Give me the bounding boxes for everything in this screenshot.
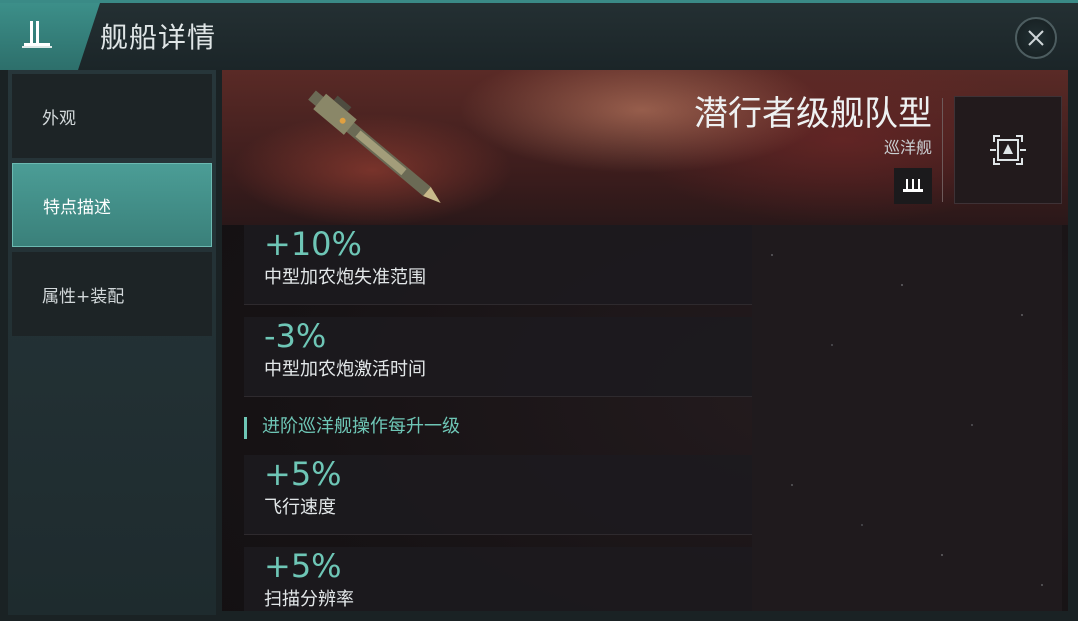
bonus-value: +10% xyxy=(264,225,362,263)
bonus-label: 中型加农炮激活时间 xyxy=(264,359,426,380)
starfield-background xyxy=(752,225,1062,611)
page-title: 舰船详情 xyxy=(100,21,217,54)
bonus-label: 扫描分辨率 xyxy=(264,589,354,610)
section-heading: 进阶巡洋舰操作每升一级 xyxy=(244,409,752,445)
close-icon xyxy=(1028,30,1044,46)
divider xyxy=(942,98,943,202)
close-button[interactable] xyxy=(1015,17,1057,59)
traits-list: +10% 中型加农炮失准范围 -3% 中型加农炮激活时间 进阶巡洋舰操作每升一级… xyxy=(244,225,752,611)
ship-target-button[interactable] xyxy=(954,96,1062,204)
sidebar-item-appearance[interactable]: 外观 xyxy=(12,74,212,158)
ship-name: 潜行者级舰队型 xyxy=(694,94,932,134)
sidebar-item-attributes-fitting[interactable]: 属性+装配 xyxy=(12,252,212,336)
ship-target-icon xyxy=(990,135,1026,165)
ship-image xyxy=(308,90,441,204)
bonus-value: -3% xyxy=(264,317,327,355)
main-panel: 潜行者级舰队型 巡洋舰 +10% 中型加农炮失准范围 -3% 中型加农炮激活时间… xyxy=(222,70,1068,611)
sidebar: 外观 特点描述 属性+装配 xyxy=(8,70,216,615)
sidebar-item-label: 外观 xyxy=(42,108,76,129)
ship-class: 巡洋舰 xyxy=(883,138,932,157)
list-item: -3% 中型加农炮激活时间 xyxy=(244,317,752,397)
sidebar-item-traits[interactable]: 特点描述 xyxy=(12,163,212,247)
ship-banner: 潜行者级舰队型 巡洋舰 xyxy=(222,70,1068,225)
list-item: +5% 扫描分辨率 xyxy=(244,547,752,611)
header-bar: 舰船详情 xyxy=(0,0,1078,70)
bonus-label: 中型加农炮失准范围 xyxy=(264,267,426,288)
cruiser-class-icon xyxy=(894,168,932,204)
sidebar-item-label: 属性+装配 xyxy=(42,286,125,307)
bonus-value: +5% xyxy=(264,455,342,493)
list-item: +10% 中型加农炮失准范围 xyxy=(244,225,752,305)
list-item: +5% 飞行速度 xyxy=(244,455,752,535)
bonus-label: 飞行速度 xyxy=(264,497,336,518)
sidebar-item-label: 特点描述 xyxy=(43,197,111,218)
fleet-icon xyxy=(0,3,100,70)
bonus-value: +5% xyxy=(264,547,342,585)
